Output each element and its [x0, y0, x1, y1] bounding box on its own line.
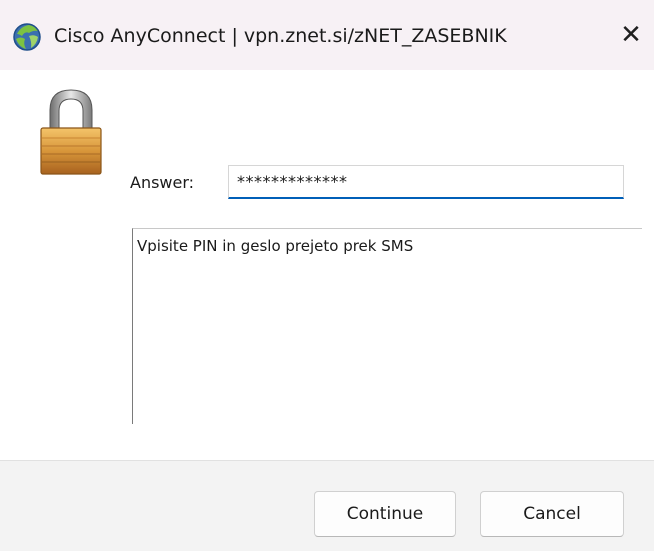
answer-label: Answer:: [130, 173, 195, 192]
title-bar: Cisco AnyConnect | vpn.znet.si/zNET_ZASE…: [0, 0, 654, 70]
button-bar: Continue Cancel: [0, 460, 654, 551]
close-button[interactable]: ✕: [608, 12, 654, 58]
continue-button[interactable]: Continue: [314, 491, 456, 537]
message-text-area: Vpisite PIN in geslo prejeto prek SMS: [132, 228, 642, 424]
close-icon: ✕: [620, 20, 642, 50]
padlock-icon: [40, 89, 102, 175]
answer-input[interactable]: *************: [228, 165, 624, 199]
cancel-button[interactable]: Cancel: [480, 491, 624, 537]
dialog-body: Answer: ************* Vpisite PIN in ges…: [0, 70, 654, 460]
message-text: Vpisite PIN in geslo prejeto prek SMS: [137, 237, 414, 255]
cisco-anyconnect-icon: [13, 23, 41, 51]
login-dialog: Cisco AnyConnect | vpn.znet.si/zNET_ZASE…: [0, 0, 654, 551]
window-title: Cisco AnyConnect | vpn.znet.si/zNET_ZASE…: [54, 25, 507, 47]
